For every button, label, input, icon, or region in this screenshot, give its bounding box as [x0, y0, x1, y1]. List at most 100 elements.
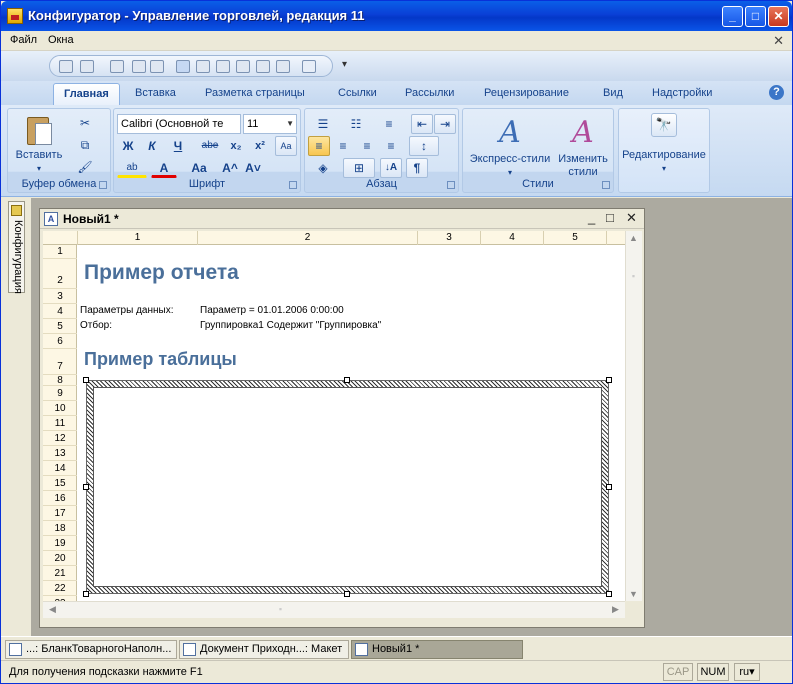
styles-launcher-icon[interactable] — [602, 181, 610, 189]
italic-button[interactable]: К — [141, 136, 163, 156]
maximize-button[interactable]: □ — [745, 6, 766, 27]
column-header-cell[interactable]: 4 — [481, 231, 544, 245]
row-header-cell[interactable]: 1 — [43, 245, 77, 259]
clear-formatting-button[interactable]: Aa — [275, 136, 297, 156]
resize-handle[interactable] — [83, 484, 89, 490]
column-header-cell[interactable]: 3 — [418, 231, 481, 245]
help-icon[interactable]: ? — [769, 85, 784, 100]
language-indicator[interactable]: ru▾ — [734, 663, 760, 681]
quick-styles-button[interactable]: A Экспресс-стили ▾ — [468, 113, 552, 179]
resize-handle[interactable] — [344, 591, 350, 597]
copy-icon[interactable]: ⧉ — [74, 135, 96, 155]
grow-font-button[interactable]: A^ — [219, 158, 241, 178]
row-header-cell[interactable]: 5 — [43, 319, 77, 334]
print-preview-icon[interactable] — [132, 60, 146, 73]
filter-label[interactable]: Отбор: — [80, 320, 112, 331]
taskbar-item[interactable]: Документ Приходн...: Макет — [179, 640, 349, 659]
sort-button[interactable]: ↓A — [380, 158, 402, 178]
scroll-left-icon[interactable]: ◀ — [45, 604, 60, 615]
row-header-cell[interactable]: 8 — [43, 375, 77, 386]
row-header-cell[interactable]: 11 — [43, 416, 77, 431]
change-case-button[interactable]: Aa — [184, 158, 214, 178]
row-header-cell[interactable]: 2 — [43, 259, 77, 289]
align-left-button[interactable]: ≡ — [308, 136, 330, 156]
subscript-button[interactable]: x₂ — [225, 136, 247, 156]
tab-insert[interactable]: Вставка — [135, 87, 176, 99]
paste-button[interactable]: Вставить ▾ — [14, 113, 64, 175]
redo-icon[interactable] — [110, 60, 124, 73]
multilevel-list-button[interactable]: ≡ — [374, 114, 404, 134]
word-icon[interactable] — [176, 60, 190, 73]
clipboard-launcher-icon[interactable] — [99, 181, 107, 189]
row-header-cell[interactable]: 4 — [43, 304, 77, 319]
row-header-cell[interactable]: 7 — [43, 349, 77, 375]
tab-page-layout[interactable]: Разметка страницы — [205, 87, 305, 99]
doc-minimize-button[interactable]: _ — [588, 210, 595, 225]
open-icon[interactable] — [216, 60, 230, 73]
paragraph-launcher-icon[interactable] — [447, 181, 455, 189]
menu-file[interactable]: Файл — [10, 34, 37, 46]
numbering-button[interactable]: ☷ — [341, 114, 371, 134]
column-header-cell[interactable]: 5 — [544, 231, 607, 245]
tab-mailings[interactable]: Рассылки — [405, 87, 454, 99]
embedded-table-object[interactable] — [83, 377, 612, 597]
format-painter-icon[interactable]: 🖌 — [74, 157, 96, 177]
strikethrough-button[interactable]: abe — [197, 136, 223, 156]
tab-references[interactable]: Ссылки — [338, 87, 377, 99]
params-label[interactable]: Параметры данных: — [80, 305, 174, 316]
configuration-tab[interactable]: Конфигурация — [8, 201, 25, 294]
underline-button[interactable]: Ч — [165, 136, 191, 156]
doc-maximize-button[interactable]: □ — [606, 210, 614, 225]
minimize-button[interactable]: _ — [722, 6, 743, 27]
size-grip[interactable] — [625, 601, 642, 618]
mdi-close-icon[interactable]: ✕ — [773, 33, 784, 49]
undo-icon[interactable] — [80, 60, 94, 73]
show-marks-button[interactable]: ¶ — [406, 158, 428, 178]
justify-button[interactable]: ≡ — [380, 136, 402, 156]
editing-button[interactable]: 🔭 Редактирование ▾ — [621, 113, 707, 175]
row-header-cell[interactable]: 14 — [43, 461, 77, 476]
row-header-cell[interactable]: 3 — [43, 289, 77, 304]
scroll-up-icon[interactable]: ▲ — [626, 233, 641, 243]
superscript-button[interactable]: x² — [249, 136, 271, 156]
resize-handle[interactable] — [606, 484, 612, 490]
cut-icon[interactable]: ✂ — [74, 113, 96, 133]
row-header-cell[interactable]: 20 — [43, 551, 77, 566]
scroll-down-icon[interactable]: ▼ — [626, 589, 641, 599]
table-heading[interactable]: Пример таблицы — [84, 349, 237, 370]
tab-view[interactable]: Вид — [603, 87, 623, 99]
increase-indent-button[interactable]: ⇥ — [434, 114, 456, 134]
quick-print-icon[interactable] — [256, 60, 270, 73]
row-header-cell[interactable]: 16 — [43, 491, 77, 506]
scroll-thumb-icon[interactable]: ▪ — [626, 271, 641, 281]
row-header-cell[interactable]: 18 — [43, 521, 77, 536]
bold-button[interactable]: Ж — [117, 136, 139, 156]
tab-review[interactable]: Рецензирование — [484, 87, 569, 99]
menu-windows[interactable]: Окна — [48, 34, 74, 46]
borders-button[interactable]: ⊞ — [343, 158, 375, 178]
shrink-font-button[interactable]: A˅ — [242, 158, 264, 178]
report-heading[interactable]: Пример отчета — [84, 261, 239, 285]
row-header-cell[interactable]: 12 — [43, 431, 77, 446]
change-styles-button[interactable]: A Изменить стили — [555, 113, 611, 179]
row-header-cell[interactable]: 22 — [43, 581, 77, 596]
filter-value[interactable]: Группировка1 Содержит "Группировка" — [200, 320, 381, 331]
line-spacing-button[interactable]: ↕ — [409, 136, 439, 156]
column-header-cell[interactable]: 1 — [78, 231, 198, 245]
tab-addins[interactable]: Надстройки — [652, 87, 712, 99]
print-icon[interactable] — [236, 60, 250, 73]
row-header-cell[interactable]: 21 — [43, 566, 77, 581]
row-header-cell[interactable]: 9 — [43, 386, 77, 401]
font-color-button[interactable]: A — [151, 158, 177, 178]
document-title-bar[interactable]: A Новый1 * _ □ ✕ — [40, 209, 644, 229]
sheet-content[interactable]: Пример отчета Параметры данных: Параметр… — [78, 245, 625, 601]
font-launcher-icon[interactable] — [289, 181, 297, 189]
corner-cell[interactable] — [43, 231, 78, 245]
font-size-combo[interactable]: 11 ▼ — [243, 114, 297, 134]
title-bar[interactable]: Конфигуратор - Управление торговлей, ред… — [1, 1, 792, 31]
row-header-cell[interactable]: 13 — [43, 446, 77, 461]
taskbar-item-active[interactable]: Новый1 * — [351, 640, 523, 659]
hscroll-thumb-icon[interactable]: ▪ — [273, 604, 288, 614]
resize-handle[interactable] — [344, 377, 350, 383]
shading-button[interactable]: ◈ — [308, 158, 338, 178]
